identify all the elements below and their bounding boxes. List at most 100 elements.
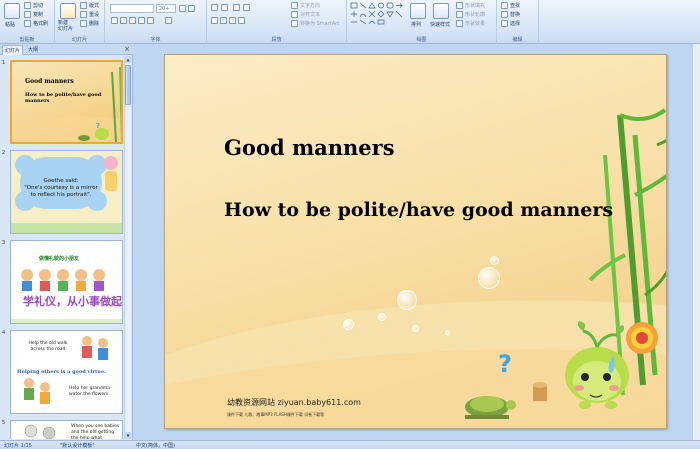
paragraph-group-label: 段落: [271, 37, 282, 43]
tab-outline[interactable]: 大纲: [26, 45, 40, 55]
quick-styles-button[interactable]: 快速样式: [430, 21, 450, 28]
bubble: [397, 290, 417, 310]
tab-slides[interactable]: 幻灯片: [2, 45, 24, 55]
layout-button[interactable]: 版式: [89, 2, 99, 9]
shape-effects-icon[interactable]: [456, 20, 463, 27]
slide-thumbnail-5[interactable]: When you see babies and the old getting …: [10, 420, 123, 439]
slide-number: 3: [2, 240, 6, 246]
font-size-combo[interactable]: 20+: [156, 4, 176, 13]
bubble: [343, 319, 354, 330]
slide-vertical-scrollbar[interactable]: [692, 44, 700, 440]
find-icon[interactable]: [501, 2, 508, 9]
drawing-group: 排列 快速样式 形状填充 形状轮廓 形状效果 绘图: [347, 0, 497, 44]
clipboard-group-label: 剪贴板: [19, 37, 35, 43]
slide-subtitle[interactable]: How to be polite/have good manners: [224, 199, 613, 221]
reset-icon[interactable]: [80, 11, 87, 18]
slides-group-label: 幻灯片: [71, 37, 87, 43]
cut-icon[interactable]: [24, 2, 31, 9]
shape-fill-button[interactable]: 形状填充: [465, 2, 485, 9]
increase-indent-icon[interactable]: [243, 4, 250, 11]
shape-effects-button[interactable]: 形状效果: [465, 20, 485, 27]
arrange-button[interactable]: 排列: [411, 21, 421, 28]
shapes-gallery-icon[interactable]: [350, 2, 406, 26]
language[interactable]: 中文(简体，中国): [136, 442, 175, 449]
shadow-icon[interactable]: [147, 17, 154, 24]
align-left-icon[interactable]: [211, 17, 218, 24]
panel-tabs: 幻灯片 大纲 ×: [0, 44, 133, 55]
close-panel-icon[interactable]: ×: [124, 45, 130, 53]
quick-styles-icon[interactable]: [433, 3, 449, 19]
select-icon[interactable]: [501, 20, 508, 27]
text-direction-icon[interactable]: [291, 2, 298, 9]
shape-fill-icon[interactable]: [456, 2, 463, 9]
thumbnail-scrollbar[interactable]: ▲ ▼: [124, 56, 131, 439]
select-button[interactable]: 选择: [510, 20, 520, 27]
slide-title[interactable]: Good manners: [224, 135, 395, 160]
slide-number: 4: [2, 330, 6, 336]
bullets-icon[interactable]: [211, 4, 218, 11]
new-slide-button[interactable]: 新建 幻灯片: [58, 20, 73, 32]
format-painter-button[interactable]: 格式刷: [33, 20, 48, 27]
replace-icon[interactable]: [501, 11, 508, 18]
ribbon: 粘贴 剪切 复制 格式刷 剪贴板 新建 幻灯片 版式 重设 删除 幻灯片 20+…: [0, 0, 700, 44]
underline-icon[interactable]: [129, 17, 136, 24]
slide-thumbnail-1[interactable]: Good manners How to be polite/have good …: [10, 60, 123, 144]
align-right-icon[interactable]: [229, 17, 236, 24]
layout-icon[interactable]: [80, 2, 87, 9]
editing-group: 查找 替换 选择 编辑: [497, 0, 539, 44]
decrease-indent-icon[interactable]: [233, 4, 240, 11]
slide-thumbnail-3[interactable]: 做懂礼貌的小朋友 学礼仪，从小事做起: [10, 240, 123, 324]
current-slide[interactable]: ? Good manners How to be polite/have goo…: [164, 54, 667, 429]
slide-thumbnail-panel: 幻灯片 大纲 × 1 Good manners How to be polite…: [0, 44, 133, 440]
scroll-thumb[interactable]: [125, 65, 131, 105]
website-caption: 幼教资源网站 ziyuan.baby611.com: [227, 398, 361, 407]
italic-icon[interactable]: [120, 17, 127, 24]
text-direction-button[interactable]: 文字方向: [300, 2, 320, 9]
replace-button[interactable]: 替换: [510, 11, 520, 18]
thumb-heading: 学礼仪，从小事做起: [23, 295, 122, 308]
thumb-quote: Goethe said: "One's courtesy is a mirror…: [24, 178, 98, 198]
slide-editing-area: ? Good manners How to be polite/have goo…: [134, 44, 700, 440]
drawing-group-label: 绘图: [416, 37, 427, 43]
website-subcaption: 课件下载 儿歌、故事MP3 FLASH课件下载 试卷下载等: [227, 412, 325, 417]
scroll-up-icon[interactable]: ▲: [125, 56, 131, 63]
align-text-button[interactable]: 对齐文本: [300, 11, 320, 18]
theme-name: "默认设计模板": [60, 443, 95, 449]
font-color-icon[interactable]: [165, 17, 172, 24]
shrink-font-icon[interactable]: [188, 5, 195, 12]
paste-button[interactable]: 粘贴: [5, 21, 15, 28]
scroll-down-icon[interactable]: ▼: [125, 432, 131, 439]
format-painter-icon[interactable]: [24, 20, 31, 27]
shape-outline-button[interactable]: 形状轮廓: [465, 11, 485, 18]
slide-background-art: [165, 108, 666, 428]
slide-thumbnail-4[interactable]: Help the old walk across the road Helpin…: [10, 330, 123, 414]
arrange-icon[interactable]: [410, 3, 426, 19]
slide-number: 5: [2, 420, 6, 426]
copy-icon[interactable]: [24, 11, 31, 18]
smartart-button[interactable]: 转换为 SmartArt: [300, 20, 339, 27]
justify-icon[interactable]: [238, 17, 245, 24]
bubble: [412, 325, 419, 332]
smartart-icon[interactable]: [291, 20, 298, 27]
bubble: [445, 330, 450, 335]
copy-button[interactable]: 复制: [33, 11, 43, 18]
slide-thumbnail-2[interactable]: Goethe said: "One's courtesy is a mirror…: [10, 150, 123, 234]
cut-button[interactable]: 剪切: [33, 2, 43, 9]
shape-outline-icon[interactable]: [456, 11, 463, 18]
slides-group: 新建 幻灯片 版式 重设 删除 幻灯片: [55, 0, 105, 44]
find-button[interactable]: 查找: [510, 2, 520, 9]
delete-button[interactable]: 删除: [89, 20, 99, 27]
paste-icon[interactable]: [4, 3, 20, 19]
delete-icon[interactable]: [80, 20, 87, 27]
font-name-combo[interactable]: [110, 4, 154, 13]
strikethrough-icon[interactable]: [138, 17, 145, 24]
bold-icon[interactable]: [111, 17, 118, 24]
align-text-icon[interactable]: [291, 11, 298, 18]
align-center-icon[interactable]: [220, 17, 227, 24]
new-slide-icon[interactable]: [60, 3, 76, 19]
clipboard-group: 粘贴 剪切 复制 格式刷 剪贴板: [0, 0, 55, 44]
numbering-icon[interactable]: [221, 4, 228, 11]
grow-font-icon[interactable]: [179, 5, 186, 12]
reset-button[interactable]: 重设: [89, 11, 99, 18]
thumb-decoration: [24, 424, 56, 439]
